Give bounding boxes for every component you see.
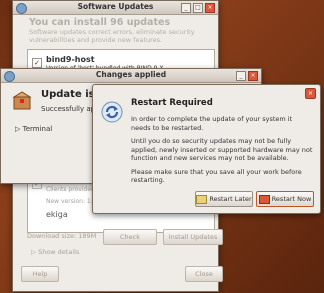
minimize-button[interactable]: _ [181,3,191,13]
close-dialog-button[interactable]: × [305,88,316,99]
dialog-body: In order to complete the update of your … [131,115,313,190]
titlebar[interactable]: Software Updates _ □ × [13,1,218,15]
dialog-paragraph: Please make sure that you save all your … [131,167,302,185]
updates-headline: You can install 96 updates [29,17,171,28]
package-name: bind9-host [46,55,95,64]
dialog-paragraph: In order to complete the update of your … [131,115,293,132]
help-button[interactable]: Help [21,266,59,282]
download-size: Download size: 189M [27,232,97,240]
updates-subtext: Software updates correct errors, elimina… [29,28,195,44]
restart-later-button[interactable]: Restart Later [195,191,253,207]
show-details-expander[interactable]: ▷ Show details [31,248,79,256]
minimize-button[interactable]: _ [236,71,246,81]
titlebar[interactable]: Changes applied _ × [1,69,261,83]
terminal-label: Terminal [22,125,53,133]
dialog-paragraph: Until you do so security updates may not… [131,137,313,162]
package-checkbox[interactable]: ✓ [32,58,42,68]
maximize-button[interactable]: □ [193,3,203,13]
dialog-title: Restart Required [131,98,213,108]
restart-later-label: Restart Later [209,195,252,203]
package-name: ekiga [46,210,68,219]
restart-now-icon [258,194,270,204]
restart-now-button[interactable]: Restart Now [256,191,314,207]
show-details-label: Show details [38,248,80,256]
close-window-button[interactable]: × [205,3,215,13]
restart-now-label: Restart Now [271,195,312,203]
restart-later-icon [196,194,208,204]
restart-required-dialog: × Restart Required In order to complete … [92,84,321,214]
check-button[interactable]: Check [103,229,157,245]
restart-icon [101,101,123,123]
window-title: Changes applied [95,70,167,79]
close-button[interactable]: Close [185,266,223,282]
close-window-button[interactable]: × [248,71,258,81]
install-updates-button[interactable]: Install Updates [163,229,223,245]
package-icon [12,91,32,110]
terminal-expander[interactable]: ▷ Terminal [15,125,52,133]
